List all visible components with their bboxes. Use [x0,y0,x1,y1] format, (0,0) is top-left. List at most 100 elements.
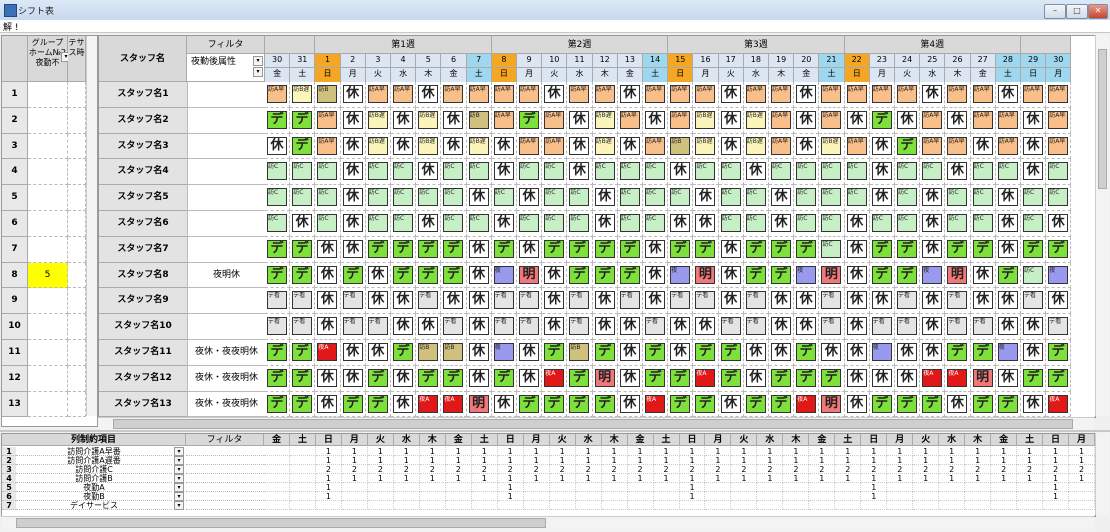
shift-cell[interactable]: 休 [617,133,643,160]
shift-cell[interactable]: 訪A早 [844,82,870,108]
shift-cell[interactable]: 訪A早 [1046,133,1072,160]
constraint-value[interactable]: 1 [809,447,836,456]
shift-cell[interactable]: 休 [970,262,996,289]
shift-cell[interactable]: 訪C [617,211,643,237]
constraint-value[interactable]: 1 [1017,447,1044,456]
constraint-vertical-scrollbar[interactable] [1095,433,1109,515]
shift-cell[interactable]: 訪A早 [819,82,845,108]
shift-cell[interactable]: 訪A早 [491,107,517,134]
shift-cell[interactable]: 訪A早 [945,82,971,108]
shift-cell[interactable]: 休 [1021,159,1047,186]
constraint-value[interactable]: 1 [705,447,732,456]
shift-cell[interactable]: デ看 [945,288,971,315]
close-button[interactable]: ✕ [1088,4,1108,19]
day-column-header[interactable]: 5木 [416,54,442,82]
shift-cell[interactable]: 夜 [920,262,946,289]
day-service-cell[interactable] [68,107,86,134]
shift-cell[interactable]: 休 [819,340,845,366]
constraint-value[interactable]: 1 [783,447,810,456]
constraint-value[interactable] [264,501,290,510]
shift-cell[interactable]: 休 [1046,211,1072,237]
constraint-value[interactable]: 2 [497,465,524,474]
shift-cell[interactable]: 休 [668,159,694,186]
shift-cell[interactable]: 休 [995,365,1021,392]
constraint-value[interactable]: 1 [731,474,758,483]
constraint-value[interactable]: 1 [939,456,966,465]
constraint-value[interactable] [783,492,810,501]
constraint-value[interactable]: 1 [653,474,680,483]
constraint-value[interactable]: 1 [731,447,758,456]
constraint-value[interactable] [1069,501,1095,510]
staff-name[interactable]: スタッフ名12 [99,365,187,392]
shift-cell[interactable]: 夜A [794,391,820,417]
constraint-value[interactable]: 1 [861,447,888,456]
shift-cell[interactable]: 訪A早 [668,107,694,134]
shift-cell[interactable]: デ [743,391,769,417]
constraint-value[interactable] [419,492,446,501]
shift-cell[interactable]: 休 [290,211,316,237]
constraint-value[interactable]: 1 [627,456,654,465]
constraint-value[interactable]: 2 [861,465,888,474]
shift-cell[interactable]: 訪A早 [844,133,870,160]
shift-cell[interactable]: デ [794,340,820,366]
shift-cell[interactable]: 休 [718,107,744,134]
shift-cell[interactable]: 休 [315,262,341,289]
constraint-value[interactable]: 2 [939,465,966,474]
shift-cell[interactable]: デ [567,391,593,417]
shift-cell[interactable]: 訪A早 [441,82,467,108]
constraint-value[interactable] [627,483,654,492]
shift-cell[interactable]: デ看 [693,288,719,315]
shift-cell[interactable]: 訪C [290,159,316,186]
constraint-value[interactable]: 2 [1043,465,1070,474]
constraint-value[interactable]: 2 [445,465,472,474]
shift-cell[interactable]: 休 [542,314,568,340]
constraint-value[interactable]: 2 [1017,465,1044,474]
constraint-value[interactable] [1069,483,1095,492]
shift-cell[interactable]: デ看 [869,314,895,340]
constraint-value[interactable]: 1 [679,492,706,501]
shift-cell[interactable]: 休 [466,262,492,289]
constraint-value[interactable] [523,492,550,501]
shift-cell[interactable]: 休 [315,365,341,392]
constraint-value[interactable]: 1 [861,474,888,483]
constraint-value[interactable]: 1 [627,447,654,456]
shift-cell[interactable]: 休 [441,133,467,160]
shift-cell[interactable]: 訪A早 [542,133,568,160]
shift-cell[interactable]: 訪B遅 [416,133,442,160]
day-column-header[interactable]: 6金 [441,54,467,82]
shift-cell[interactable]: 休 [416,211,442,237]
shift-cell[interactable]: 休 [391,365,417,392]
shift-cell[interactable]: 訪B遅 [365,107,391,134]
constraint-item-name[interactable]: 訪問介護B [16,474,172,483]
constraint-value[interactable] [601,501,628,510]
shift-cell[interactable]: 訪C [643,211,669,237]
constraint-value[interactable]: 2 [835,465,862,474]
day-column-header[interactable]: 20 金 [794,54,820,82]
shift-cell[interactable]: デ [643,365,669,392]
day-service-cell[interactable] [68,262,86,289]
shift-cell[interactable]: 訪A早 [895,82,921,108]
constraint-value[interactable]: 1 [315,492,342,501]
shift-cell[interactable]: 休 [869,133,895,160]
constraint-value[interactable]: 2 [419,465,446,474]
shift-cell[interactable]: デ [290,107,316,134]
shift-cell[interactable]: 休 [567,107,593,134]
constraint-value[interactable]: 2 [601,465,628,474]
shift-cell[interactable]: 訪A早 [466,82,492,108]
shift-cell[interactable]: 訪C [491,185,517,211]
constraint-filter-cell[interactable] [186,474,264,483]
shift-cell[interactable]: 休 [718,236,744,263]
constraint-value[interactable]: 1 [575,447,602,456]
constraint-value[interactable] [991,501,1018,510]
shift-cell[interactable]: デ [567,365,593,392]
shift-cell[interactable]: デ看 [945,314,971,340]
shift-cell[interactable]: 休 [365,288,391,315]
shift-cell[interactable]: 休 [718,262,744,289]
grid-horizontal-scrollbar[interactable] [98,417,1094,430]
constraint-value[interactable]: 2 [731,465,758,474]
day-service-cell[interactable] [68,288,86,315]
shift-cell[interactable]: デ [693,340,719,366]
day-column-header[interactable]: 25 水 [920,54,946,82]
constraint-item-name[interactable]: 夜勤B [16,492,172,501]
shift-cell[interactable]: デ看 [491,314,517,340]
